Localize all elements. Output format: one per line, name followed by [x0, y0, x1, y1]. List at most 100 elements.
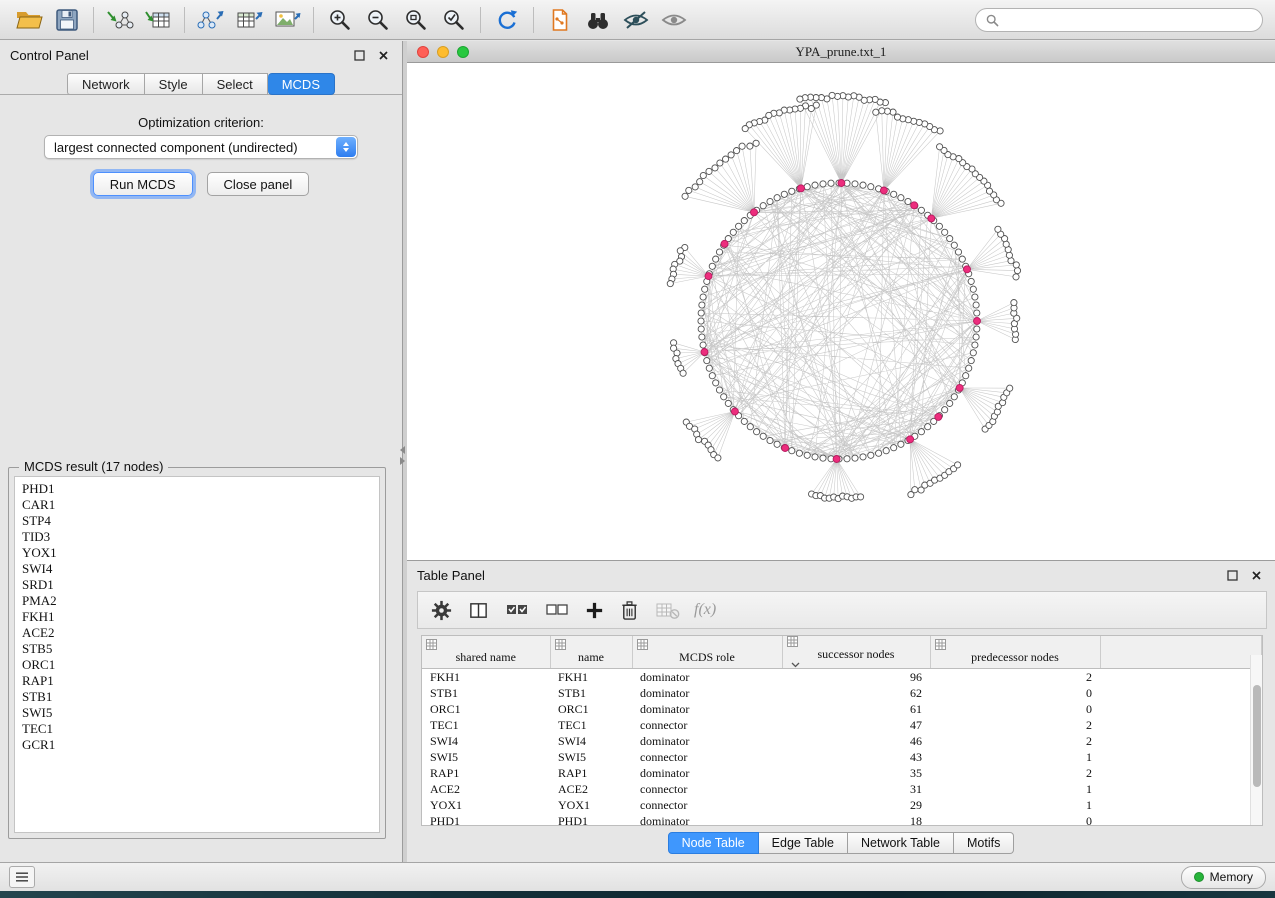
zoom-fit-button[interactable]	[397, 4, 435, 36]
cell-successor-nodes[interactable]: 29	[782, 797, 930, 813]
cell-predecessor-nodes[interactable]: 2	[930, 669, 1100, 686]
cell-name[interactable]: ORC1	[550, 701, 632, 717]
mcds-result-item[interactable]: PMA2	[22, 593, 379, 609]
import-table-button[interactable]	[139, 4, 177, 36]
cell-name[interactable]: ACE2	[550, 781, 632, 797]
mcds-result-item[interactable]: STP4	[22, 513, 379, 529]
cell-predecessor-nodes[interactable]: 2	[930, 717, 1100, 733]
cell-name[interactable]: PHD1	[550, 813, 632, 826]
window-zoom-icon[interactable]	[457, 46, 469, 58]
cell-name[interactable]: SWI4	[550, 733, 632, 749]
cell-mcds-role[interactable]: dominator	[632, 765, 782, 781]
select-all-button[interactable]	[504, 599, 530, 621]
mcds-result-item[interactable]: TEC1	[22, 721, 379, 737]
cell-predecessor-nodes[interactable]: 1	[930, 781, 1100, 797]
close-table-panel-button[interactable]	[1247, 566, 1265, 584]
cell-successor-nodes[interactable]: 35	[782, 765, 930, 781]
mcds-result-item[interactable]: ORC1	[22, 657, 379, 673]
show-view-button[interactable]	[655, 4, 693, 36]
cell-shared-name[interactable]: YOX1	[422, 797, 550, 813]
find-button[interactable]	[579, 4, 617, 36]
cell-name[interactable]: FKH1	[550, 669, 632, 686]
cell-mcds-role[interactable]: connector	[632, 749, 782, 765]
cell-mcds-role[interactable]: connector	[632, 717, 782, 733]
cell-successor-nodes[interactable]: 62	[782, 685, 930, 701]
table-row[interactable]: SWI4SWI4dominator462	[422, 733, 1262, 749]
table-row[interactable]: YOX1YOX1connector291	[422, 797, 1262, 813]
tab-select[interactable]: Select	[203, 73, 268, 95]
export-network-button[interactable]	[192, 4, 230, 36]
hide-view-button[interactable]	[617, 4, 655, 36]
cell-successor-nodes[interactable]: 47	[782, 717, 930, 733]
criterion-dropdown[interactable]: largest connected component (undirected)	[44, 135, 358, 159]
mcds-result-item[interactable]: RAP1	[22, 673, 379, 689]
cell-name[interactable]: YOX1	[550, 797, 632, 813]
cell-shared-name[interactable]: TEC1	[422, 717, 550, 733]
scrollbar-thumb[interactable]	[1253, 685, 1261, 787]
table-row[interactable]: TEC1TEC1connector472	[422, 717, 1262, 733]
float-table-panel-button[interactable]	[1223, 566, 1241, 584]
memory-button[interactable]: Memory	[1181, 866, 1266, 889]
save-session-button[interactable]	[48, 4, 86, 36]
cell-shared-name[interactable]: SWI5	[422, 749, 550, 765]
table-settings-button[interactable]	[430, 599, 453, 622]
table-row[interactable]: FKH1FKH1dominator962	[422, 669, 1262, 686]
table-row[interactable]: STB1STB1dominator620	[422, 685, 1262, 701]
mcds-result-item[interactable]: SRD1	[22, 577, 379, 593]
cell-successor-nodes[interactable]: 96	[782, 669, 930, 686]
zoom-in-button[interactable]	[321, 4, 359, 36]
cell-successor-nodes[interactable]: 31	[782, 781, 930, 797]
refresh-layout-button[interactable]	[488, 4, 526, 36]
tab-network-table[interactable]: Network Table	[848, 832, 954, 854]
cell-mcds-role[interactable]: dominator	[632, 701, 782, 717]
node-table[interactable]: shared namenameMCDS rolesuccessor nodesp…	[422, 636, 1262, 826]
cell-predecessor-nodes[interactable]: 2	[930, 765, 1100, 781]
table-scrollbar[interactable]	[1250, 655, 1262, 825]
tab-motifs[interactable]: Motifs	[954, 832, 1014, 854]
table-row[interactable]: RAP1RAP1dominator352	[422, 765, 1262, 781]
mcds-result-item[interactable]: ACE2	[22, 625, 379, 641]
tab-network[interactable]: Network	[67, 73, 145, 95]
cell-mcds-role[interactable]: dominator	[632, 685, 782, 701]
cell-mcds-role[interactable]: dominator	[632, 733, 782, 749]
tab-edge-table[interactable]: Edge Table	[759, 832, 848, 854]
cell-mcds-role[interactable]: dominator	[632, 669, 782, 686]
network-canvas[interactable]	[407, 63, 1275, 559]
table-row[interactable]: PHD1PHD1dominator180	[422, 813, 1262, 826]
cell-shared-name[interactable]: SWI4	[422, 733, 550, 749]
open-session-button[interactable]	[10, 4, 48, 36]
export-table-button[interactable]	[230, 4, 268, 36]
deselect-all-button[interactable]	[544, 599, 570, 621]
window-minimize-icon[interactable]	[437, 46, 449, 58]
cell-successor-nodes[interactable]: 46	[782, 733, 930, 749]
create-column-button[interactable]	[584, 600, 605, 621]
column-header-successor-nodes[interactable]: successor nodes	[782, 636, 930, 669]
cell-shared-name[interactable]: ACE2	[422, 781, 550, 797]
close-panel-button[interactable]	[374, 46, 392, 64]
mcds-result-item[interactable]: GCR1	[22, 737, 379, 753]
search-input[interactable]	[1005, 12, 1252, 28]
cell-shared-name[interactable]: STB1	[422, 685, 550, 701]
window-close-icon[interactable]	[417, 46, 429, 58]
run-mcds-button[interactable]: Run MCDS	[93, 172, 193, 196]
column-header-shared-name[interactable]: shared name	[422, 636, 550, 669]
cell-predecessor-nodes[interactable]: 1	[930, 749, 1100, 765]
column-header-mcds-role[interactable]: MCDS role	[632, 636, 782, 669]
mcds-result-item[interactable]: SWI4	[22, 561, 379, 577]
mcds-result-item[interactable]: CAR1	[22, 497, 379, 513]
mcds-result-item[interactable]: TID3	[22, 529, 379, 545]
show-columns-button[interactable]	[467, 600, 490, 621]
delete-columns-button[interactable]	[619, 599, 640, 622]
mcds-result-item[interactable]: SWI5	[22, 705, 379, 721]
mcds-result-list[interactable]: PHD1CAR1STP4TID3YOX1SWI4SRD1PMA2FKH1ACE2…	[14, 476, 380, 833]
cell-name[interactable]: RAP1	[550, 765, 632, 781]
cell-predecessor-nodes[interactable]: 2	[930, 733, 1100, 749]
mcds-result-item[interactable]: PHD1	[22, 481, 379, 497]
mcds-result-item[interactable]: STB1	[22, 689, 379, 705]
tab-mcds[interactable]: MCDS	[268, 73, 335, 95]
column-header-predecessor-nodes[interactable]: predecessor nodes	[930, 636, 1100, 669]
cell-predecessor-nodes[interactable]: 0	[930, 701, 1100, 717]
export-image-button[interactable]	[268, 4, 306, 36]
mcds-result-item[interactable]: YOX1	[22, 545, 379, 561]
table-row[interactable]: ACE2ACE2connector311	[422, 781, 1262, 797]
